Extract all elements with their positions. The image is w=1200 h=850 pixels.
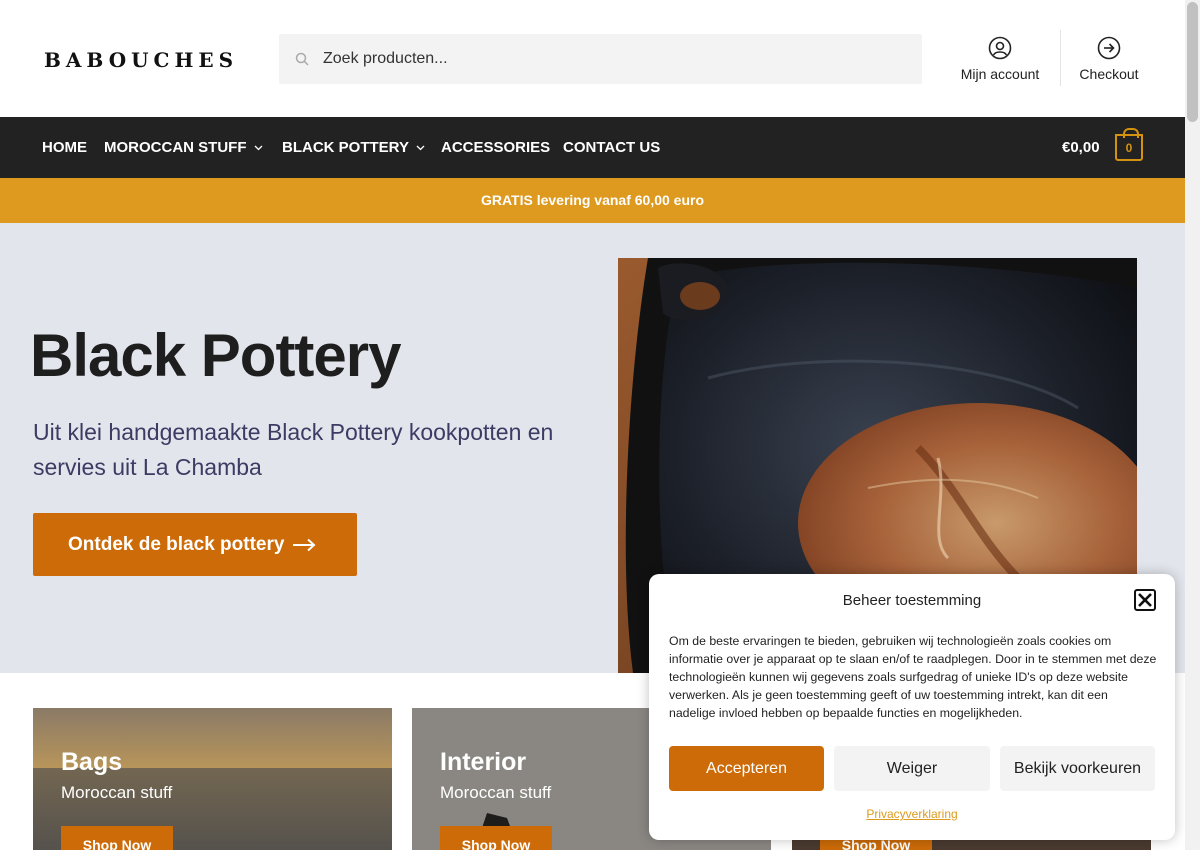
deny-button[interactable]: Weiger bbox=[834, 746, 990, 791]
checkout-label: Checkout bbox=[1079, 66, 1139, 82]
hero-cta-button[interactable]: Ontdek de black pottery bbox=[33, 513, 357, 576]
close-button[interactable] bbox=[1134, 589, 1156, 611]
checkout-link[interactable]: Checkout bbox=[1070, 36, 1148, 82]
user-icon bbox=[988, 36, 1012, 60]
nav-item-contact-us[interactable]: CONTACT US bbox=[563, 117, 660, 178]
privacy-statement-link[interactable]: Privacyverklaring bbox=[649, 807, 1175, 821]
nav-item-label: MOROCCAN STUFF bbox=[104, 139, 247, 156]
cookie-consent-dialog: Beheer toestemming Om de beste ervaringe… bbox=[649, 574, 1175, 840]
site-logo[interactable]: BABOUCHES bbox=[44, 48, 238, 72]
chevron-down-icon bbox=[416, 145, 425, 150]
site-header: BABOUCHES Mijn account Checkout bbox=[0, 0, 1185, 117]
consent-body-text: Om de beste ervaringen te bieden, gebrui… bbox=[669, 634, 1157, 720]
nav-item-home[interactable]: HOME bbox=[42, 117, 87, 178]
arrow-right-icon bbox=[293, 538, 316, 551]
hero-subtitle: Uit klei handgemaakte Black Pottery kook… bbox=[33, 419, 554, 480]
close-icon bbox=[1138, 593, 1152, 607]
promo-bar: GRATIS levering vanaf 60,00 euro bbox=[0, 178, 1185, 223]
accept-button[interactable]: Accepteren bbox=[669, 746, 824, 791]
search-input[interactable] bbox=[323, 50, 883, 68]
search-box[interactable] bbox=[279, 34, 922, 84]
arrow-circle-icon bbox=[1097, 36, 1121, 60]
category-card-subtitle: Moroccan stuff bbox=[61, 783, 173, 802]
hero-cta-label: Ontdek de black pottery bbox=[68, 533, 285, 555]
chevron-down-icon bbox=[254, 145, 262, 150]
nav-item-label: ACCESSORIES bbox=[441, 139, 551, 156]
nav-item-label: HOME bbox=[42, 139, 87, 156]
search-icon bbox=[295, 52, 309, 66]
scrollbar-thumb[interactable] bbox=[1187, 2, 1198, 122]
my-account-link[interactable]: Mijn account bbox=[955, 36, 1045, 82]
cart-bag-icon[interactable]: 0 bbox=[1115, 128, 1143, 161]
view-preferences-button[interactable]: Bekijk voorkeuren bbox=[1000, 746, 1155, 791]
shop-now-button[interactable]: Shop Now bbox=[61, 826, 173, 850]
nav-item-moroccan-stuff[interactable]: MOROCCAN STUFF bbox=[104, 117, 263, 178]
header-divider bbox=[1060, 30, 1061, 86]
category-card-title: Bags bbox=[61, 748, 123, 776]
nav-item-black-pottery[interactable]: BLACK POTTERY bbox=[282, 117, 425, 178]
page: BABOUCHES Mijn account Checkout bbox=[0, 0, 1185, 850]
shop-now-button[interactable]: Shop Now bbox=[440, 826, 552, 850]
cart-total[interactable]: €0,00 bbox=[1062, 117, 1100, 178]
category-card-title: Interior bbox=[440, 748, 527, 776]
nav-item-label: BLACK POTTERY bbox=[282, 139, 409, 156]
page-scrollbar[interactable] bbox=[1185, 0, 1200, 850]
nav-item-accessories[interactable]: ACCESSORIES bbox=[441, 117, 550, 178]
my-account-label: Mijn account bbox=[960, 66, 1040, 82]
consent-title: Beheer toestemming bbox=[842, 592, 982, 609]
category-card-subtitle: Moroccan stuff bbox=[440, 783, 552, 802]
hero-title: Black Pottery bbox=[30, 322, 401, 389]
main-nav: HOME MOROCCAN STUFF BLACK POTTERY ACCESS… bbox=[0, 117, 1185, 178]
nav-item-label: CONTACT US bbox=[563, 139, 661, 156]
category-card-bags[interactable]: Bags Moroccan stuff Shop Now bbox=[33, 708, 392, 850]
